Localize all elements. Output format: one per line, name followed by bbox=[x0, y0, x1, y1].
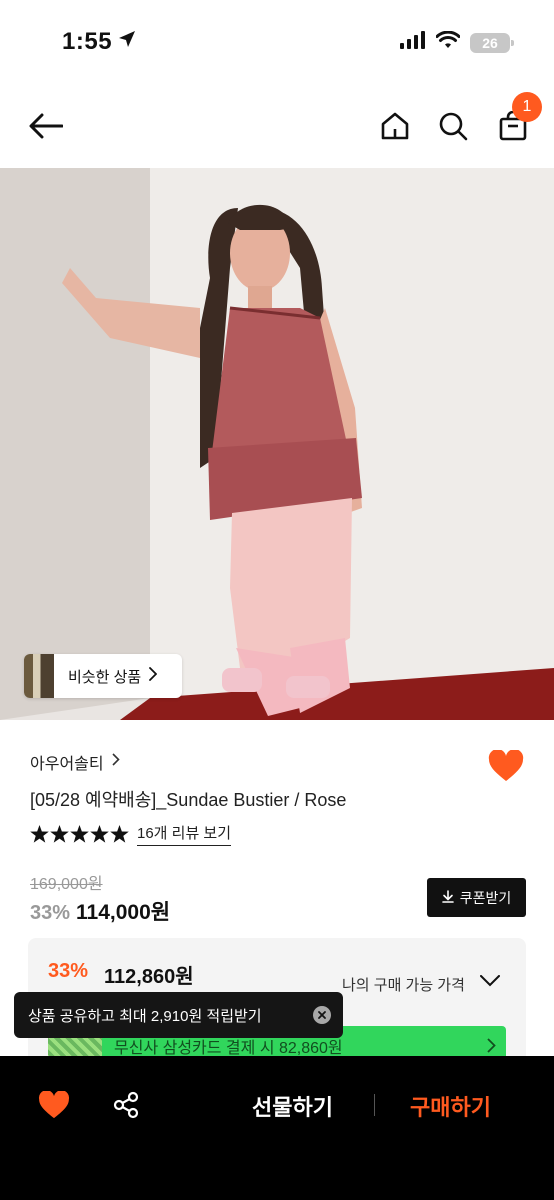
wifi-icon bbox=[435, 30, 461, 54]
star-icon bbox=[30, 825, 49, 843]
my-price-value: 112,860원 bbox=[104, 966, 194, 988]
star-icon bbox=[110, 825, 129, 843]
chevron-down-icon[interactable] bbox=[480, 974, 500, 992]
home-icon[interactable] bbox=[376, 106, 414, 146]
price-row: 33% 114,000원 bbox=[30, 896, 170, 926]
cart-count-badge: 1 bbox=[512, 92, 542, 122]
bottom-action-bar: 선물하기 구매하기 bbox=[0, 1056, 554, 1200]
status-bar: 1:55 26 bbox=[0, 0, 554, 84]
signal-icon bbox=[400, 31, 426, 54]
discount-rate: 33% bbox=[30, 902, 71, 924]
download-icon bbox=[441, 889, 454, 906]
share-reward-toast: 상품 공유하고 최대 2,910원 적립받기 bbox=[14, 992, 343, 1038]
toast-text: 상품 공유하고 최대 2,910원 적립받기 bbox=[28, 1007, 262, 1025]
top-nav-bar bbox=[0, 84, 554, 168]
close-icon[interactable] bbox=[313, 1006, 331, 1024]
similar-thumbnail bbox=[24, 654, 54, 698]
coupon-download-button[interactable]: 쿠폰받기 bbox=[427, 878, 526, 917]
my-price-discount: 33% bbox=[48, 960, 89, 982]
battery-indicator: 26 bbox=[470, 32, 514, 53]
share-icon[interactable] bbox=[108, 1088, 144, 1122]
heart-icon[interactable] bbox=[36, 1088, 72, 1122]
chevron-right-icon bbox=[487, 1038, 496, 1058]
status-time: 1:55 bbox=[62, 28, 113, 55]
brand-name: 아우어솔티 bbox=[30, 756, 104, 773]
product-title: [05/28 예약배송]_Sundae Bustier / Rose bbox=[30, 790, 347, 810]
location-arrow-icon bbox=[118, 30, 136, 53]
rating-row: 16개 리뷰 보기 bbox=[30, 822, 232, 846]
my-price-label: 나의 구매 가능 가격 bbox=[342, 977, 465, 994]
similar-products-button[interactable]: 비슷한 상품 bbox=[24, 654, 182, 698]
status-icons: 26 bbox=[400, 30, 514, 54]
rating-stars bbox=[30, 825, 129, 843]
chevron-right-icon bbox=[112, 753, 120, 771]
product-image[interactable] bbox=[0, 168, 554, 720]
search-icon[interactable] bbox=[434, 106, 472, 146]
like-heart-icon[interactable] bbox=[486, 748, 526, 784]
buy-button[interactable]: 구매하기 bbox=[410, 1090, 491, 1122]
divider bbox=[374, 1094, 375, 1116]
gift-button[interactable]: 선물하기 bbox=[252, 1090, 333, 1122]
star-icon bbox=[50, 825, 69, 843]
similar-products-label: 비슷한 상품 bbox=[68, 668, 142, 686]
star-icon bbox=[90, 825, 109, 843]
original-price: 169,000원 bbox=[30, 876, 103, 893]
sale-price: 114,000원 bbox=[76, 901, 171, 924]
review-link[interactable]: 16개 리뷰 보기 bbox=[137, 822, 232, 846]
chevron-right-icon bbox=[149, 666, 158, 686]
star-icon bbox=[70, 825, 89, 843]
coupon-label: 쿠폰받기 bbox=[459, 889, 512, 906]
back-arrow-icon[interactable] bbox=[26, 108, 66, 144]
brand-link[interactable]: 아우어솔티 bbox=[30, 750, 120, 774]
